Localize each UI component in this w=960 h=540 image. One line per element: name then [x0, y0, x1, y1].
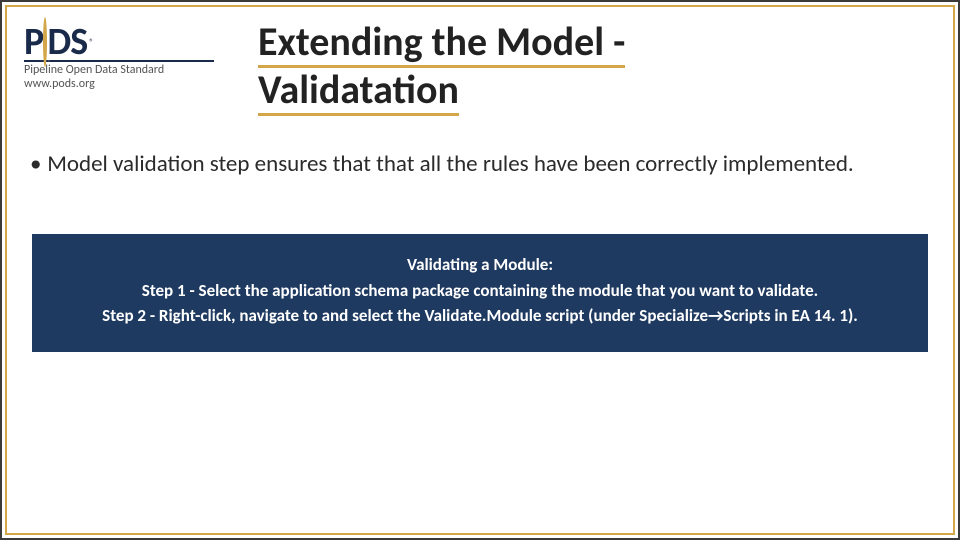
callout-heading: Validating a Module: — [54, 254, 906, 275]
logo-subline-1: Pipeline Open Data Standard — [24, 64, 214, 78]
logo-word: PDS — [24, 26, 87, 58]
title-line-2: Validatation — [258, 68, 459, 116]
title-line-1: Extending the Model - — [258, 20, 625, 68]
logo-trademark: ® — [89, 37, 94, 48]
callout-step-1: Step 1 - Select the application schema p… — [54, 279, 906, 304]
slide-title: Extending the Model - Validatation — [258, 20, 918, 116]
callout-step-2: Step 2 - Right-click, navigate to and se… — [54, 304, 906, 329]
bullet-text: Model validation step ensures that that … — [47, 150, 854, 178]
slide: PDS® Pipeline Open Data Standard www.pod… — [0, 0, 960, 540]
bullet-list: • Model validation step ensures that tha… — [30, 150, 918, 179]
callout-box: Validating a Module: Step 1 - Select the… — [32, 234, 928, 352]
logo-main: PDS® — [24, 26, 214, 58]
logo-subline-2: www.pods.org — [24, 78, 214, 92]
logo: PDS® Pipeline Open Data Standard www.pod… — [24, 26, 214, 92]
bullet-marker: • — [30, 150, 42, 179]
